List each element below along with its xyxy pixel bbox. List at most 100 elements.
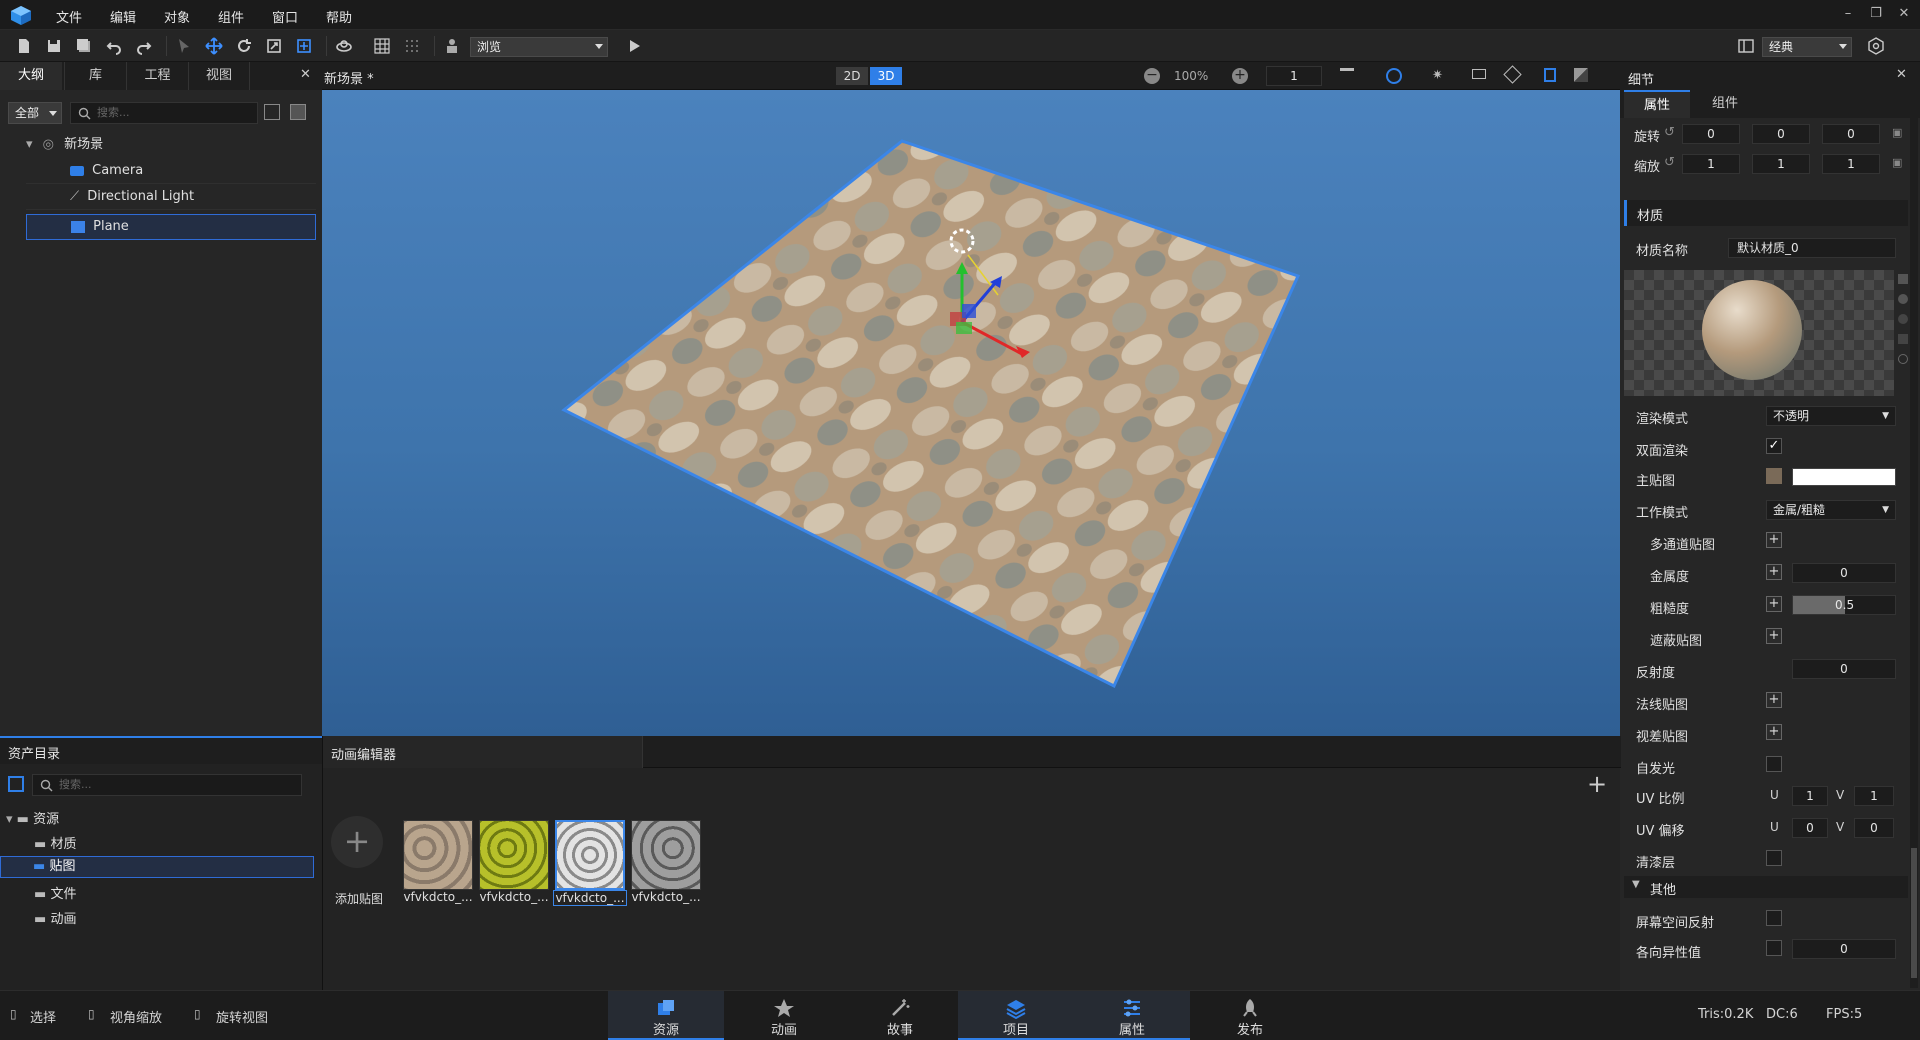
select-tool-icon[interactable] [172,34,196,58]
step-field[interactable]: 1 [1266,66,1322,86]
tab-view[interactable]: 视图 [188,62,250,90]
main-map-color[interactable] [1792,468,1896,486]
texture-thumb-1[interactable] [403,820,473,890]
cube-icon[interactable] [1503,65,1522,84]
reset-scale-icon[interactable]: ↺ [1664,155,1675,170]
scale-x-field[interactable]: 1 [1682,154,1740,174]
folder-files[interactable]: ▬ 文件 [34,883,76,902]
asset-root[interactable]: ▾ ▬ 资源 [6,808,59,827]
viewport-tab-title[interactable]: 新场景 * [324,68,374,87]
tab-properties[interactable]: 属性 [1624,90,1690,118]
preview-cube-icon[interactable] [1898,274,1908,284]
texture-thumb-4[interactable] [631,820,701,890]
layout-icon[interactable] [1734,34,1758,58]
uv-offset-v-field[interactable]: 0 [1854,818,1894,838]
tab-properties-bottom[interactable]: 属性 [1074,991,1190,1040]
tab-outline[interactable]: 大纲 [0,62,62,90]
menu-help[interactable]: 帮助 [326,7,352,26]
rotation-z-field[interactable]: 0 [1822,124,1880,144]
anim-editor-tab[interactable]: 动画编辑器 [323,736,643,768]
mode-3d-button[interactable]: 3D [870,67,902,85]
mode-2d-button[interactable]: 2D [836,67,868,85]
texture-thumb-3[interactable] [555,820,625,890]
tree-item-plane[interactable]: Plane [26,214,316,240]
add-occlusion-map-icon[interactable]: + [1766,628,1782,644]
tab-publish[interactable]: 发布 [1192,991,1308,1040]
undo-icon[interactable] [102,34,126,58]
main-map-thumb[interactable] [1766,468,1782,484]
add-icon[interactable]: + [1587,770,1607,798]
details-scrollbar-thumb[interactable] [1911,848,1917,978]
camera-view-icon[interactable] [1472,69,1486,79]
ssr-checkbox[interactable] [1766,910,1782,926]
save-all-icon[interactable] [72,34,96,58]
tab-project[interactable]: 项目 [958,991,1074,1040]
anisotropy-field[interactable]: 0 [1792,939,1896,959]
tab-project[interactable]: 工程 [126,62,188,90]
asset-search-input[interactable]: 搜索... [32,774,302,796]
add-texture-icon[interactable]: + [331,816,383,868]
add-normal-map-icon[interactable]: + [1766,692,1782,708]
close-details-icon[interactable]: ✕ [1896,67,1907,82]
snap-grid-icon[interactable] [400,34,424,58]
uv-scale-u-field[interactable]: 1 [1792,786,1828,806]
cloud-icon[interactable] [332,34,356,58]
save-icon[interactable] [42,34,66,58]
rotate-tool-icon[interactable] [232,34,256,58]
render-toggle-icon[interactable] [1574,68,1588,82]
tab-animation[interactable]: 动画 [726,991,842,1040]
lock-rotation-icon[interactable]: ▣ [1892,126,1902,139]
add-texture-label[interactable]: 添加贴图 [335,890,383,907]
preview-sphere-icon[interactable] [1898,294,1908,304]
grid-icon[interactable] [370,34,394,58]
collapse-all-icon[interactable] [290,104,306,120]
preview-plane-icon[interactable] [1898,334,1908,344]
anisotropy-checkbox[interactable] [1766,940,1782,956]
filter-select[interactable]: 全部 [8,102,62,124]
emissive-checkbox[interactable] [1766,756,1782,772]
minimize-icon[interactable]: – [1838,6,1858,24]
folder-materials[interactable]: ▬ 材质 [34,833,76,852]
metalness-field[interactable]: 0 [1792,563,1896,583]
tab-components[interactable]: 组件 [1692,90,1758,118]
menu-component[interactable]: 组件 [218,7,244,26]
reflectivity-field[interactable]: 0 [1792,659,1896,679]
sync-icon[interactable] [1386,68,1402,84]
menu-edit[interactable]: 编辑 [110,7,136,26]
tree-item-camera[interactable]: Camera [26,158,316,184]
tree-item-directional-light[interactable]: ⟋ Directional Light [26,184,316,210]
menu-object[interactable]: 对象 [164,7,190,26]
tab-assets[interactable]: 资源 [608,991,724,1040]
add-node-icon[interactable] [264,104,280,120]
folder-animations[interactable]: ▬ 动画 [34,908,76,927]
play-icon[interactable] [622,34,646,58]
toggle-tree-icon[interactable] [8,776,24,792]
menu-file[interactable]: 文件 [56,7,82,26]
clearcoat-checkbox[interactable] [1766,850,1782,866]
move-tool-icon[interactable] [202,34,226,58]
other-section-header[interactable]: ▼ 其他 [1624,876,1908,898]
double-side-checkbox[interactable]: ✓ [1766,438,1782,454]
close-panel-icon[interactable]: ✕ [300,67,311,82]
restore-icon[interactable]: ❐ [1866,6,1886,24]
align-top-icon[interactable] [1340,68,1354,82]
rotation-y-field[interactable]: 0 [1752,124,1810,144]
transform-tool-icon[interactable] [292,34,316,58]
rotation-x-field[interactable]: 0 [1682,124,1740,144]
lock-scale-icon[interactable]: ▣ [1892,156,1902,169]
material-name-field[interactable]: 默认材质_0 [1728,238,1896,258]
render-mode-select[interactable]: 不透明 ▼ [1766,406,1896,426]
add-metalness-map-icon[interactable]: + [1766,564,1782,580]
mode-select[interactable]: 浏览 [470,37,608,57]
reset-rotation-icon[interactable]: ↺ [1664,125,1675,140]
add-parallax-map-icon[interactable]: + [1766,724,1782,740]
scale-z-field[interactable]: 1 [1822,154,1880,174]
folder-textures[interactable]: ▬ 贴图 [0,856,314,878]
uv-offset-u-field[interactable]: 0 [1792,818,1828,838]
texture-thumb-2[interactable] [479,820,549,890]
preview-light-icon[interactable] [1898,354,1908,364]
layout-select[interactable]: 经典 [1762,37,1852,57]
scale-y-field[interactable]: 1 [1752,154,1810,174]
outline-search-input[interactable]: 搜索... [70,102,258,124]
roughness-slider[interactable]: 0.5 [1792,595,1896,615]
